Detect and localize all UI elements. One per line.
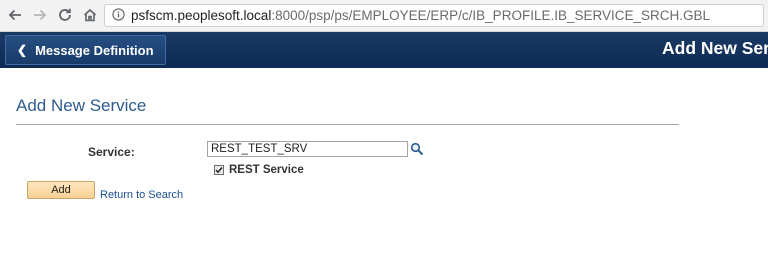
app-header: ❮ Message Definition Add New Service	[0, 32, 768, 68]
lookup-search-icon[interactable]	[410, 142, 424, 156]
service-input[interactable]	[207, 141, 408, 157]
url-host: psfscm.peoplesoft.local	[131, 8, 272, 23]
forward-arrow-icon[interactable]	[29, 4, 51, 26]
rest-service-label: REST Service	[229, 164, 304, 176]
page-title: Add New Service	[16, 96, 147, 115]
browser-toolbar: psfscm.peoplesoft.local:8000/psp/ps/EMPL…	[0, 0, 768, 32]
back-to-message-definition-button[interactable]: ❮ Message Definition	[5, 35, 166, 65]
return-to-search-link[interactable]: Return to Search	[100, 189, 183, 201]
back-arrow-icon[interactable]	[4, 4, 26, 26]
url-path: :8000/psp/ps/EMPLOYEE/ERP/c/IB_PROFILE.I…	[271, 8, 711, 23]
title-divider	[16, 124, 679, 125]
back-button-label: Message Definition	[35, 42, 154, 58]
address-bar[interactable]: psfscm.peoplesoft.local:8000/psp/ps/EMPL…	[104, 4, 764, 27]
reload-icon[interactable]	[54, 4, 76, 26]
chevron-left-icon: ❮	[17, 43, 28, 57]
header-title: Add New Service	[662, 38, 768, 58]
home-icon[interactable]	[79, 4, 101, 26]
info-icon[interactable]	[105, 7, 131, 24]
rest-service-checkbox[interactable]	[214, 165, 224, 175]
add-button[interactable]: Add	[27, 181, 95, 199]
service-label: Service:	[88, 145, 135, 159]
